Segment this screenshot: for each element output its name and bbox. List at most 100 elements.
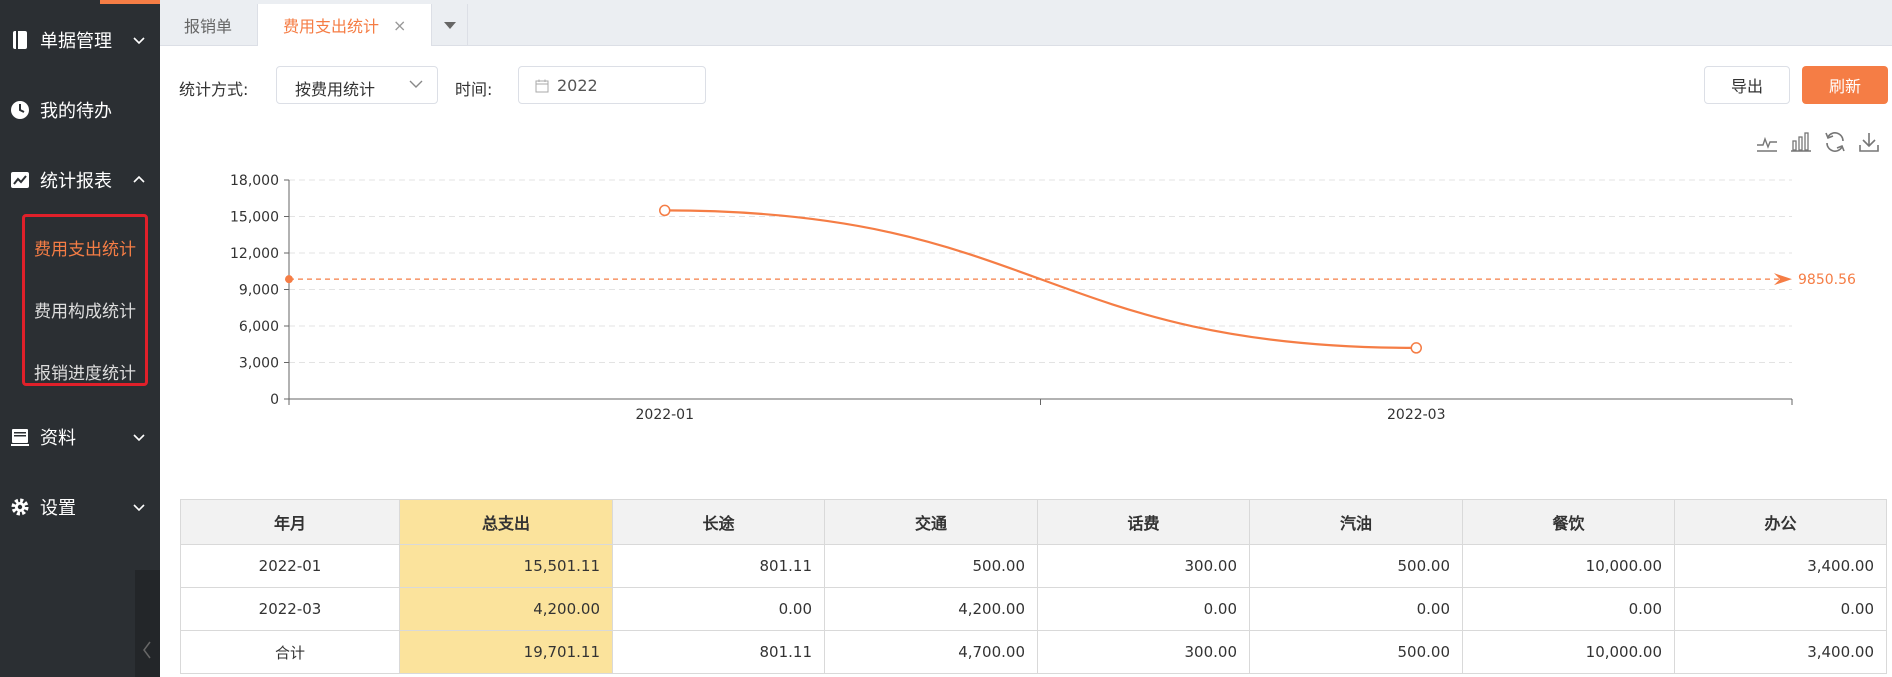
table-row: 2022-01 15,501.11 801.11 500.00 300.00 5…: [180, 544, 1887, 588]
sidebar-accent-bar: [100, 0, 160, 4]
y-tick-label: 9,000: [239, 283, 279, 299]
x-tick-label: 2022-03: [1387, 407, 1446, 423]
expense-table: 年月 总支出 长途 交通 话费 汽油 餐饮 办公 2022-01 15,501.…: [180, 499, 1887, 674]
time-label: 时间:: [455, 80, 493, 99]
submenu-item-progress-stats[interactable]: 报销进度统计: [34, 359, 136, 384]
sidebar-item-todo[interactable]: 我的待办: [0, 75, 160, 145]
sidebar-collapse-handle[interactable]: [135, 570, 160, 677]
col-header: 餐饮: [1462, 499, 1675, 545]
caret-down-icon: [444, 22, 456, 29]
table-row: 2022-03 4,200.00 0.00 4,200.00 0.00 0.00…: [180, 587, 1887, 631]
table-cell: 0.00: [1462, 587, 1675, 631]
clock-icon: [10, 100, 30, 120]
chart-grid: [289, 179, 1792, 363]
table-cell: 801.11: [612, 544, 825, 588]
tab-reimbursement[interactable]: 报销单: [160, 4, 258, 46]
method-select-value: 按费用统计: [295, 80, 376, 99]
submenu-item-expense-stats[interactable]: 费用支出统计: [34, 235, 136, 260]
stack-icon: [10, 427, 30, 447]
col-header: 长途: [612, 499, 825, 545]
y-tick-label: 6,000: [239, 319, 279, 335]
chevron-down-icon: [133, 434, 145, 442]
y-tick-label: 18,000: [230, 173, 279, 189]
refresh-icon[interactable]: [1823, 130, 1847, 154]
col-header: 年月: [180, 499, 400, 545]
sidebar-item-label: 单据管理: [40, 31, 112, 52]
table-cell: 4,200.00: [824, 587, 1038, 631]
sidebar-item-documents[interactable]: 单据管理: [0, 5, 160, 75]
table-cell: 15,501.11: [399, 544, 613, 588]
col-header: 汽油: [1249, 499, 1463, 545]
table-header-row: 年月 总支出 长途 交通 话费 汽油 餐饮 办公: [180, 499, 1887, 545]
table-cell: 500.00: [1249, 544, 1463, 588]
download-icon[interactable]: [1857, 130, 1881, 154]
y-tick-label: 0: [270, 392, 279, 408]
col-header: 话费: [1037, 499, 1250, 545]
table-cell: 3,400.00: [1674, 544, 1887, 588]
table-cell: 300.00: [1037, 630, 1250, 674]
table-cell: 500.00: [824, 544, 1038, 588]
table-cell: 2022-03: [180, 587, 400, 631]
tabs-dropdown-button[interactable]: [432, 4, 468, 46]
table-row-total: 合计 19,701.11 801.11 4,700.00 300.00 500.…: [180, 630, 1887, 674]
table-cell: 10,000.00: [1462, 544, 1675, 588]
table-cell: 300.00: [1037, 544, 1250, 588]
y-tick-label: 15,000: [230, 210, 279, 226]
sidebar: 单据管理 我的待办 统计报表 费用支出统计 费用构成统计 报销进度统计 资料 设…: [0, 0, 160, 677]
close-icon[interactable]: ×: [393, 16, 406, 35]
book-icon: [10, 30, 30, 50]
gear-icon: [10, 497, 30, 517]
sidebar-item-materials[interactable]: 资料: [0, 402, 160, 472]
table-cell: 4,700.00: [824, 630, 1038, 674]
sidebar-item-label: 设置: [40, 498, 76, 519]
tab-label: 报销单: [184, 17, 233, 36]
table-cell: 2022-01: [180, 544, 400, 588]
average-line-start-marker: [285, 275, 293, 284]
table-cell: 合计: [180, 630, 400, 674]
sidebar-item-settings[interactable]: 设置: [0, 472, 160, 542]
bar-chart-icon[interactable]: [1789, 130, 1813, 154]
chevron-down-icon: [133, 37, 145, 45]
tabs-bar: 报销单 费用支出统计 ×: [160, 0, 1892, 46]
table-cell: 500.00: [1249, 630, 1463, 674]
sidebar-item-reports[interactable]: 统计报表: [0, 145, 160, 215]
table-cell: 0.00: [612, 587, 825, 631]
x-tick-label: 2022-01: [636, 407, 695, 423]
table-cell: 3,400.00: [1674, 630, 1887, 674]
table-cell: 801.11: [612, 630, 825, 674]
y-axis-ticks: 0 3,000 6,000 9,000 12,000 15,000 18,000: [230, 173, 289, 408]
table-cell: 0.00: [1674, 587, 1887, 631]
time-date-picker[interactable]: 2022: [518, 66, 706, 104]
col-header: 办公: [1674, 499, 1887, 545]
submenu-item-composition-stats[interactable]: 费用构成统计: [34, 297, 136, 322]
table-cell: 4,200.00: [399, 587, 613, 631]
export-button[interactable]: 导出: [1704, 66, 1790, 104]
y-tick-label: 3,000: [239, 356, 279, 372]
calendar-icon: [535, 79, 549, 93]
chart-icon: [10, 170, 30, 190]
average-line-label: 9850.56: [1798, 272, 1856, 288]
table-cell: 10,000.00: [1462, 630, 1675, 674]
chevron-down-icon: [133, 504, 145, 512]
refresh-button[interactable]: 刷新: [1802, 66, 1888, 104]
chevron-down-icon: [409, 80, 423, 88]
sidebar-item-label: 我的待办: [40, 101, 112, 122]
chevron-left-icon: [143, 641, 151, 659]
sidebar-item-label: 资料: [40, 428, 76, 449]
y-tick-label: 12,000: [230, 246, 279, 262]
tab-label: 费用支出统计: [283, 17, 380, 36]
col-header: 交通: [824, 499, 1038, 545]
data-point: [1410, 342, 1422, 354]
table-cell: 0.00: [1249, 587, 1463, 631]
method-label: 统计方式:: [179, 80, 249, 99]
data-point: [659, 204, 671, 217]
time-value: 2022: [557, 76, 598, 95]
method-select[interactable]: 按费用统计: [276, 66, 438, 104]
chevron-up-icon: [133, 175, 145, 183]
table-cell: 0.00: [1037, 587, 1250, 631]
sidebar-item-label: 统计报表: [40, 171, 112, 192]
line-chart-icon[interactable]: [1755, 130, 1779, 154]
expense-line-chart: 0 3,000 6,000 9,000 12,000 15,000 18,000 2022-…: [230, 173, 1856, 423]
tab-expense-stats[interactable]: 费用支出统计 ×: [258, 4, 432, 46]
col-header: 总支出: [399, 499, 613, 545]
